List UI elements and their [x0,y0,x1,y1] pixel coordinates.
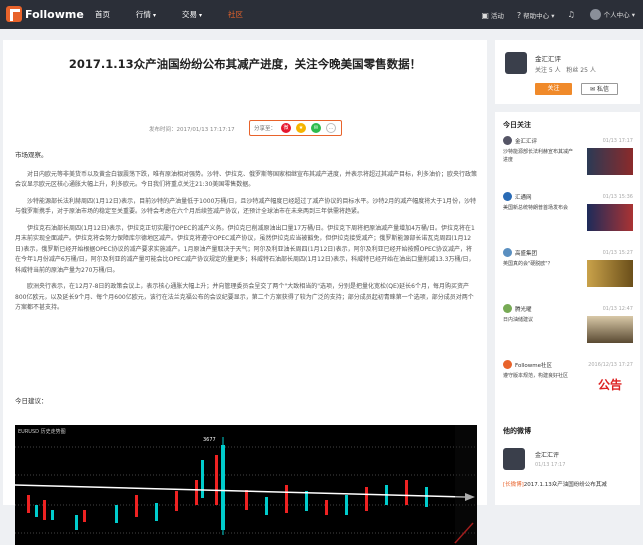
nav-home[interactable]: 首页 [82,0,123,29]
weibo-author[interactable]: 金汇汇评 [535,450,559,459]
user-menu[interactable]: 个人中心 ▾ [589,9,635,21]
today-suggest-label: 今日建议： [15,397,48,405]
article-main: 2017.1.13众产油国纷纷公布其减产进度，关注今晚美国零售数据！ 发布时间：… [3,40,487,545]
section-title: 他的微博 [503,427,531,435]
feed-item[interactable]: 汇通网 01/13 15:36 美国新总统特朗普首场发布会 [503,192,633,231]
article-paragraph: 沙特能源部长法利赫周四(1月12日)表示，目前沙特的产油量低于1000万桶/日，… [15,197,477,216]
right-sidebar: 金汇汇评 关注 5 人 粉丝 25 人 关注 ✉ 私信 今日关注 金汇汇评 01/… [495,40,640,419]
avatar [589,9,601,21]
notification-bell[interactable]: ♫ [567,10,576,19]
nav-market[interactable]: 行情 ▾ [123,0,169,29]
author-profile-card: 金汇汇评 关注 5 人 粉丝 25 人 关注 ✉ 私信 [495,40,640,104]
article-meta: 发布时间：2017/01/13 17:17:17 [149,127,235,133]
followme-logo-icon [6,6,22,22]
bell-icon: ♫ [567,10,575,19]
candles [27,437,428,535]
feed-item[interactable]: 金汇汇评 01/13 17:17 沙特能源部长法利赫宣布其减产进度 [503,136,633,175]
chevron-down-icon: ▾ [199,12,203,19]
price-high-label: 3677 [203,437,216,443]
followme-logo[interactable]: Followme [6,6,84,22]
more-icon[interactable]: ··· [326,123,337,133]
feed-thumbnail [587,316,633,343]
top-right-menu: ▣ 活动 ? 帮助中心 ▾ ♫ 个人中心 ▾ [481,0,635,29]
top-navbar: Followme 首页 行情 ▾ 交易 ▾ 社区 ▣ 活动 ? 帮助中心 ▾ ♫ 个人中… [0,0,643,29]
article-body: 市场观察。 对日内欧元等非美货币以及黄金白银震荡下跌，唯有原油相对强势。沙特、伊… [15,150,477,320]
chart-header: EURUSD 历史走势图 [18,428,66,435]
mail-icon: ✉ [590,86,596,93]
weibo-panel: 他的微博 金汇汇评 01/13 17:17 [长微博]2017.1.13众产油国… [495,418,640,505]
follow-button[interactable]: 关注 [535,83,572,95]
article-paragraph: 伊拉克石油部长周四(1月12日)表示，伊拉克正切实履行OPEC的减产义务。伊拉克… [15,224,475,274]
today-focus-panel: 今日关注 金汇汇评 01/13 17:17 沙特能源部长法利赫宣布其减产进度 汇通… [495,112,640,419]
author-stats: 关注 5 人 粉丝 25 人 [535,67,596,74]
feed-item[interactable]: Followme社区 2016/12/13 17:27 遵守版本规范，构建良好社区… [503,360,633,399]
article-intro: 市场观察。 [15,151,48,159]
announcement-thumbnail: 公告 [587,372,633,399]
author-name[interactable]: 金汇汇评 [535,53,561,63]
avatar [503,136,512,145]
weibo-post[interactable]: [长微博]2017.1.13众产油国纷纷公布其减 [503,480,635,488]
avatar[interactable] [505,52,527,74]
main-nav: 首页 行情 ▾ 交易 ▾ 社区 [82,0,256,29]
gift-icon: ▣ [481,10,489,20]
section-title: 今日关注 [503,121,531,129]
article-title: 2017.1.13众产油国纷纷公布其减产进度，关注今晚美国零售数据！ [68,57,422,71]
feed-item[interactable]: 腾光曜 01/13 12:47 日内油储建议 [503,304,633,343]
article-paragraph: 欧洲央行表示，在12月7-8日的政策会议上，表示核心通胀大幅上升；并向管理委员会… [15,283,474,311]
chevron-down-icon: ▾ [153,12,157,19]
avatar [503,192,512,201]
feed-thumbnail [587,260,633,287]
weibo-icon[interactable]: 微 [281,123,292,133]
nav-trade[interactable]: 交易 ▾ [169,0,215,29]
feed-item[interactable]: 高盛集团 01/13 15:27 英国真的会"硬脱欧"？ [503,248,633,287]
help-icon: ? [516,10,522,20]
article-paragraph: 对日内欧元等非美货币以及黄金白银震荡下跌，唯有原油相对强势。沙特、伊拉克、俄罗斯… [15,170,478,189]
feed-thumbnail [587,204,633,231]
avatar[interactable] [503,448,525,470]
avatar [503,304,512,313]
share-bar: 分享至： 微 ★ ✉ ··· [249,120,342,136]
chart-svg: EURUSD 历史走势图 3677 [15,425,477,545]
wechat-icon[interactable]: ✉ [311,123,322,133]
avatar [503,248,512,257]
help-link[interactable]: ? 帮助中心 ▾ [517,10,555,20]
qzone-icon[interactable]: ★ [296,123,307,133]
nav-community[interactable]: 社区 [215,0,256,29]
candlestick-chart: EURUSD 历史走势图 3677 [15,425,477,545]
weibo-date: 01/13 17:17 [535,462,566,468]
message-button[interactable]: ✉ 私信 [581,83,618,95]
feed-thumbnail [587,148,633,175]
activity-link[interactable]: ▣ 活动 [481,10,504,20]
avatar [503,360,512,369]
